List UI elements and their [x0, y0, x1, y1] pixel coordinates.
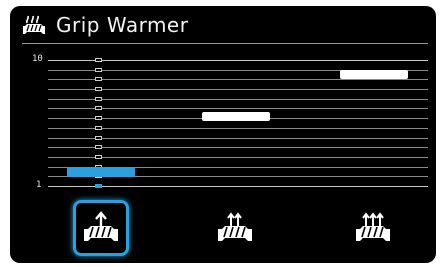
scale-max-label: 10 [32, 54, 43, 64]
level-bar-medium [202, 112, 270, 121]
scale-step-marker [95, 58, 102, 62]
scale-step-marker [95, 87, 102, 92]
scale-gridline [48, 98, 428, 100]
heat-level-scale: 10 1 [10, 46, 436, 196]
scale-min-label: 1 [36, 180, 42, 190]
page-title: Grip Warmer [56, 13, 189, 37]
mode-low-button[interactable] [73, 200, 129, 256]
scale-gridline [48, 60, 428, 61]
scale-step-marker [95, 96, 102, 101]
scale-step-marker [95, 116, 102, 121]
header-divider [22, 43, 428, 44]
mode-selector [10, 196, 436, 260]
scale-step-marker [95, 154, 102, 159]
grip-heat-medium-icon [215, 209, 255, 247]
scale-gridline [48, 137, 428, 139]
level-bar-high [340, 70, 408, 79]
level-bar-low [67, 167, 135, 177]
scale-step-marker [95, 77, 102, 82]
scale-step-marker [95, 184, 102, 188]
mode-high-button[interactable] [345, 200, 401, 256]
scale-step-marker [95, 125, 102, 130]
grip-warmer-screen: Grip Warmer 10 1 [10, 6, 436, 263]
grip-heat-low-icon [81, 209, 121, 247]
grip-heat-high-icon [353, 209, 393, 247]
scale-gridline [48, 186, 428, 187]
scale-gridline [48, 147, 428, 149]
scale-gridline [48, 127, 428, 129]
grip-warmer-icon [22, 14, 46, 36]
scale-step-marker [95, 145, 102, 150]
mode-medium-button[interactable] [207, 200, 263, 256]
scale-gridline [48, 156, 428, 158]
scale-step-marker [95, 106, 102, 111]
scale-gridline [48, 89, 428, 91]
scale-gridline [48, 108, 428, 110]
header: Grip Warmer [10, 6, 436, 44]
scale-step-marker [95, 67, 102, 72]
scale-step-marker [95, 135, 102, 140]
scale-gridline [48, 79, 428, 81]
